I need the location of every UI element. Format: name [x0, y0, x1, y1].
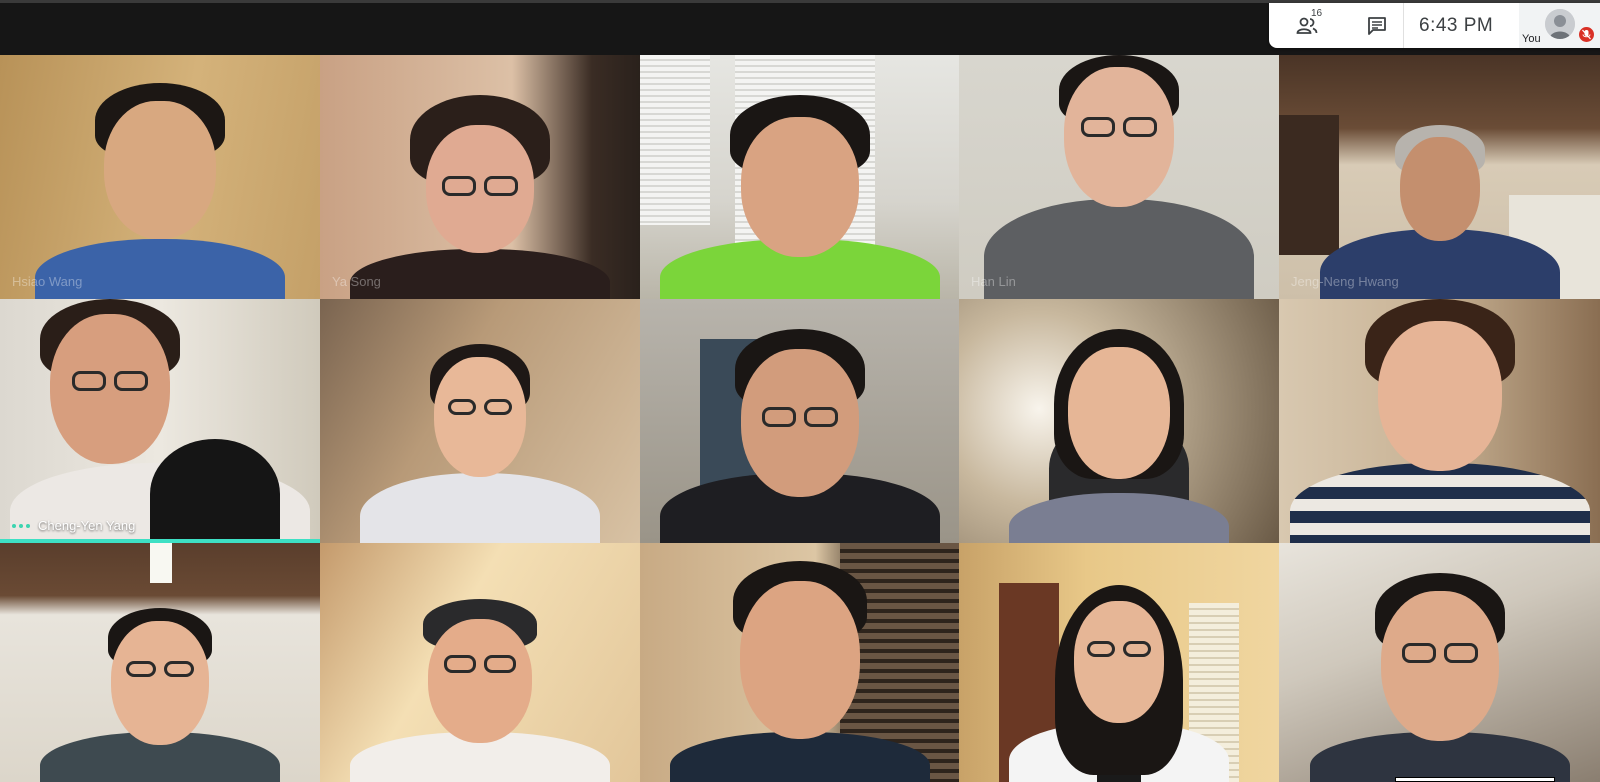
glasses — [761, 407, 838, 427]
self-view-edge — [1395, 777, 1555, 782]
participant-name: Han Lin — [971, 274, 1016, 289]
glasses — [1087, 641, 1151, 661]
self-label: You — [1522, 33, 1541, 45]
glasses — [448, 399, 512, 419]
video-tile[interactable]: Han Lin — [959, 55, 1279, 299]
mic-off-icon — [1582, 29, 1591, 40]
participant-name: Ya Song — [332, 274, 381, 289]
video-tile[interactable] — [0, 543, 320, 782]
participant-name: Hsiao Wang — [12, 274, 83, 289]
self-preview[interactable]: You — [1519, 3, 1600, 48]
video-tile[interactable] — [959, 299, 1279, 543]
video-tile[interactable]: Hsiao Wang — [0, 55, 320, 299]
self-avatar — [1545, 9, 1575, 39]
video-tile[interactable] — [320, 543, 640, 782]
glasses — [72, 371, 148, 391]
participant-count: 16 — [1311, 8, 1323, 19]
video-tile[interactable]: Ya Song — [320, 55, 640, 299]
video-tile[interactable] — [959, 543, 1279, 782]
video-grid: Hsiao Wang Ya Song Han Lin Jeng-Neng Hwa… — [0, 55, 1600, 782]
meeting-clock: 6:43 PM — [1419, 15, 1494, 36]
video-tile[interactable] — [1279, 299, 1600, 543]
video-tile[interactable] — [640, 299, 959, 543]
participant-name: Cheng-Yen Yang — [12, 518, 135, 533]
participant-name: Jeng-Neng Hwang — [1291, 274, 1399, 289]
video-tile[interactable] — [1279, 543, 1600, 782]
glasses — [126, 661, 194, 681]
mic-off-indicator[interactable] — [1579, 27, 1594, 42]
people-icon — [1296, 17, 1318, 34]
video-tile[interactable]: Cheng-Yen Yang — [0, 299, 320, 543]
panel-divider — [1403, 3, 1404, 48]
speaking-indicator-icon — [12, 523, 30, 528]
video-tile[interactable]: Jeng-Neng Hwang — [1279, 55, 1600, 299]
video-tile[interactable] — [640, 543, 959, 782]
video-tile[interactable] — [640, 55, 959, 299]
chat-icon — [1368, 17, 1386, 35]
glasses — [442, 176, 518, 196]
meeting-info-panel: 16 6:43 PM You — [1269, 3, 1600, 48]
chat-button[interactable] — [1359, 10, 1395, 42]
glasses — [1081, 117, 1157, 137]
glasses — [1401, 643, 1478, 663]
video-tile[interactable] — [320, 299, 640, 543]
participants-button[interactable]: 16 — [1287, 8, 1327, 42]
glasses — [444, 655, 516, 675]
